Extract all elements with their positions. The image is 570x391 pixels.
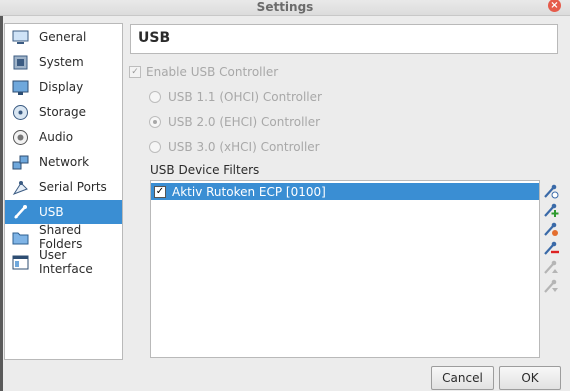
general-icon [12,29,29,46]
title-bar: Settings × [0,0,570,16]
usb-move-down-icon [544,279,558,293]
usb-remove-icon [544,241,559,255]
sidebar-item-label: USB [39,205,64,219]
sidebar-item-usb[interactable]: USB [5,200,122,224]
cancel-button[interactable]: Cancel [431,366,494,390]
sidebar-item-label: Audio [39,130,74,144]
sidebar-item-label: User Interface [39,248,93,276]
shared-folders-icon [12,229,29,246]
filter-checkbox[interactable]: ✓ [154,185,166,198]
sidebar-item-label: System [39,55,84,69]
ok-button[interactable]: OK [499,366,561,390]
sidebar-item-display[interactable]: Display [5,75,122,99]
sidebar-item-label: Storage [39,105,86,119]
usb-icon [12,204,29,221]
sidebar-item-general[interactable]: General [5,25,122,49]
radio-icon [149,141,161,153]
usb-2-0-label: USB 2.0 (EHCI) Controller [168,115,321,129]
audio-icon [12,129,29,146]
sidebar-item-serial-ports[interactable]: Serial Ports [5,175,122,199]
network-icon [12,154,29,171]
serial-ports-icon [12,179,29,196]
usb-3-0-radio[interactable]: USB 3.0 (xHCI) Controller [149,140,320,154]
storage-icon [12,104,29,121]
display-icon [12,79,29,96]
usb-1-1-label: USB 1.1 (OHCI) Controller [168,90,322,104]
usb-device-filters-label: USB Device Filters [150,163,260,177]
sidebar-item-label: Serial Ports [39,180,107,194]
sidebar-item-network[interactable]: Network [5,150,122,174]
page-title: USB [138,30,171,46]
user-interface-icon [12,254,29,271]
sidebar-item-audio[interactable]: Audio [5,125,122,149]
move-filter-down-button[interactable] [543,278,559,294]
sidebar-item-storage[interactable]: Storage [5,100,122,124]
add-empty-filter-button[interactable] [543,183,559,199]
sidebar-item-shared-folders[interactable]: Shared Folders [5,223,122,251]
usb-edit-icon [544,222,558,236]
move-filter-up-button[interactable] [543,259,559,275]
checkbox-checked-icon: ✓ [129,66,141,78]
system-icon [12,54,29,71]
window-title: Settings [256,0,314,14]
radio-icon [149,91,161,103]
usb-move-up-icon [544,260,558,274]
sidebar-item-label: Shared Folders [39,223,83,251]
sidebar-item-label: General [39,30,87,44]
usb-1-1-radio[interactable]: USB 1.1 (OHCI) Controller [149,90,322,104]
sidebar-item-label: Network [39,155,90,169]
usb-device-filters-list[interactable]: ✓ Aktiv Rutoken ECP [0100] [150,180,540,358]
window-left-edge [0,16,3,391]
edit-filter-button[interactable] [543,221,559,237]
usb-2-0-radio[interactable]: USB 2.0 (EHCI) Controller [149,115,320,129]
settings-sidebar: General System Display Storage Audio Net… [4,23,123,360]
filter-label: Aktiv Rutoken ECP [0100] [172,184,326,199]
usb-add-empty-icon [544,184,559,199]
radio-selected-icon [149,116,161,128]
enable-usb-controller-checkbox[interactable]: ✓ Enable USB Controller [129,65,278,79]
sidebar-item-label: Display [39,80,84,94]
sidebar-item-system[interactable]: System [5,50,122,74]
usb-3-0-label: USB 3.0 (xHCI) Controller [168,140,320,154]
page-header: USB [130,24,558,54]
enable-usb-controller-label: Enable USB Controller [146,65,279,79]
sidebar-item-user-interface[interactable]: User Interface [5,248,122,276]
add-filter-from-device-button[interactable] [543,202,559,218]
list-item[interactable]: ✓ Aktiv Rutoken ECP [0100] [151,183,539,200]
usb-add-icon [544,203,559,217]
settings-window: Settings × General System Display Storag… [0,0,570,391]
remove-filter-button[interactable] [543,240,559,256]
